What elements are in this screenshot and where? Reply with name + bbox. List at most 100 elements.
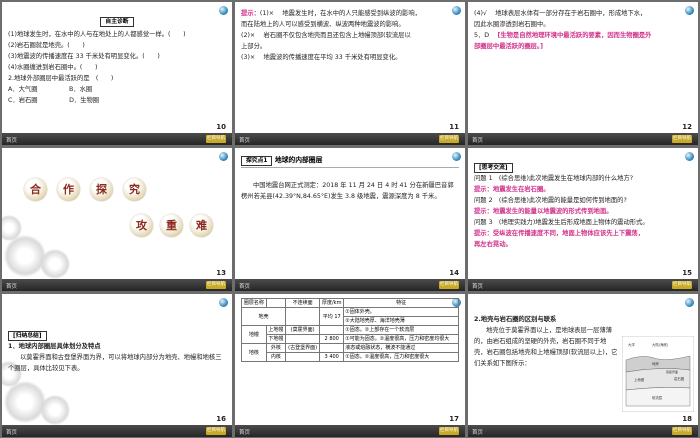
slide-thumbnail[interactable]: 合 作 探 究 攻 重 难 13 首页 栏目导航 [2, 148, 232, 291]
section-title: 2.地壳与岩石圈的区别与联系 [474, 316, 557, 323]
question-line: (4)水圈缠进到岩石圈中。( ) [8, 64, 98, 71]
summary-paragraph: 以莫霍界面和古登堡界面为界，可以将地球内部分为地壳、地幔和地核三个圈层，具体比较… [8, 354, 222, 372]
question-text: 问题 2 (综合思维)此次地震的能量是如何传到地面的? [474, 197, 627, 204]
home-link[interactable]: 首页 [472, 136, 483, 144]
section-tag: 自主诊断 [100, 17, 134, 27]
table-cell: 3 400 [319, 352, 345, 362]
slide-footer: 首页 栏目导航 [468, 279, 698, 291]
nav-back-button[interactable]: 栏目导航 [672, 427, 692, 435]
page-number: 12 [682, 123, 692, 131]
home-link[interactable]: 首页 [6, 282, 17, 290]
option-line: A．大气圈 B．水圈 [8, 86, 93, 93]
section-paragraph: 地壳位于莫霍界面以上，是地球表层一层薄薄的，由岩石组成的坚硬的外壳，岩石圈不同于… [474, 327, 618, 367]
slide-footer: 首页 栏目导航 [2, 279, 232, 291]
nav-back-button[interactable]: 栏目导航 [439, 427, 459, 435]
diagram-label: 岩石圈 [674, 376, 685, 381]
home-link[interactable]: 首页 [472, 282, 483, 290]
slide-thumbnail[interactable]: 2.地壳与岩石圈的区别与联系 地壳位于莫霍界面以上，是地球表层一层薄薄的，由岩石… [468, 294, 698, 437]
home-link[interactable]: 首页 [6, 136, 17, 144]
table-row: 下地幔 2 800 ①可能为固态。②温度很高，压力和密度均很大 [242, 334, 459, 344]
page-number: 15 [682, 269, 692, 277]
nav-back-button[interactable]: 栏目导航 [206, 427, 226, 435]
slide-content: (4)√ 地球表层水体有一部分存在于岩石圈中，形成地下水， 因此水圈渗透到岩石圈… [474, 8, 692, 127]
table-row: 地壳 平均 17 ①固体外壳。 [241, 307, 459, 326]
slide-footer: 首页 栏目导航 [468, 133, 698, 145]
home-link[interactable]: 首页 [472, 428, 483, 436]
section-tag: 探究点1 [241, 156, 273, 166]
nav-back-button[interactable]: 栏目导航 [439, 135, 459, 143]
slide-thumbnail[interactable]: 圈层名称 不连续面 厚度/km 特征 地壳 平均 17 ①固体外壳。 ②大陆地壳… [235, 294, 465, 437]
table-cell [284, 334, 321, 344]
answer-text: (1)× 地震发生时，在水中的人只能感受到纵波的影响， [259, 10, 421, 17]
slide-thumbnail[interactable]: 探究点1 地球的内部圈层 中国地震台网正式测定：2018 年 11 月 24 日… [235, 148, 465, 291]
table-header: 圈层名称 [241, 298, 267, 308]
slide-content: 提示：(1)× 地震发生时，在水中的人只能感受到纵波的影响， 而在陆地上的人可以… [241, 8, 459, 127]
table-cell: 上地幔 [265, 325, 286, 335]
table-cell: 下地幔 [265, 334, 286, 344]
flower-decoration-icon [2, 193, 86, 285]
slide-thumbnail[interactable]: [归纳总结] 1．地球内部圈层具体划分及特点 以莫霍界面和古登堡界面为界，可以将… [2, 294, 232, 437]
subtitle-char: 攻 [130, 214, 153, 237]
table-cell: 液态或熔融状态，横波不能通过 [343, 343, 459, 353]
answer-text: 因此水圈渗透到岩石圈中。 [474, 21, 550, 28]
slide-thumbnail[interactable]: (4)√ 地球表层水体有一部分存在于岩石圈中，形成地下水， 因此水圈渗透到岩石圈… [468, 2, 698, 145]
answer-text: 5．D [474, 32, 498, 39]
table-cell: ②大陆地壳厚、海洋地壳薄 [343, 316, 459, 326]
answer-text: 而在陆地上的人可以感受到横波、纵波两种地震波的影响。 [241, 21, 405, 28]
nav-back-button[interactable]: 栏目导航 [206, 135, 226, 143]
decorative-orb-icon [219, 152, 228, 161]
hint-text: 地震发生在岩石圈。 [492, 186, 550, 193]
table-cell [284, 352, 321, 362]
crust-lithosphere-diagram: 大洋 大陆(海底) 地壳 岩石圈 上地幔 软流层 莫霍界面 [622, 336, 694, 412]
page-number: 16 [216, 415, 226, 423]
nav-back-button[interactable]: 栏目导航 [206, 281, 226, 289]
answer-text: 上部分。 [241, 43, 267, 50]
table-cell: 2 800 [319, 334, 345, 344]
hint-text: 再左右晃动。 [474, 241, 512, 248]
nav-back-button[interactable]: 栏目导航 [672, 281, 692, 289]
table-cell: 地幔 [241, 325, 267, 344]
option-line: C．岩石圈 D．生物圈 [8, 97, 100, 104]
home-link[interactable]: 首页 [239, 136, 250, 144]
slide-footer: 首页 栏目导航 [235, 279, 465, 291]
table-cell [284, 307, 321, 326]
slide-content: [思考交流] 问题 1 (综合思维)此次地震发生在地球内部的什么地方? 提示：地… [474, 154, 692, 273]
slide-footer: 首页 栏目导航 [235, 133, 465, 145]
nav-back-button[interactable]: 栏目导航 [672, 135, 692, 143]
nav-back-button[interactable]: 栏目导航 [439, 281, 459, 289]
home-link[interactable]: 首页 [6, 428, 17, 436]
table-row: 地幔 上地幔 (莫霍界面) ①固态。②上部存在一个软流层 [241, 325, 459, 344]
subtitle-char: 重 [160, 214, 183, 237]
table-cell: (古登堡界面) [284, 343, 321, 353]
diagram-label: 上地幔 [634, 377, 645, 382]
table-cell [319, 325, 345, 335]
answer-text: (4)√ 地球表层水体有一部分存在于岩石圈中，形成地下水， [474, 10, 647, 17]
table-cell: ①固态。②温度很高，压力和密度很大 [343, 352, 459, 362]
table-cell: ①固态。②上部存在一个软流层 [343, 325, 459, 335]
section-tag: [思考交流] [474, 163, 513, 173]
title-char: 合 [24, 178, 47, 201]
page-number: 11 [449, 123, 459, 131]
table-cell: 内核 [265, 352, 286, 362]
home-link[interactable]: 首页 [239, 428, 250, 436]
answer-text: (3)× 地震波的传播速度在平均 33 千米处有明显变化。 [241, 54, 402, 61]
subtitle-char: 难 [190, 214, 213, 237]
slide-thumbnail[interactable]: 自主诊断 (1)地球发生时，在水中的人与在地处上的人都感觉一样。( ) (2)岩… [2, 2, 232, 145]
case-paragraph: 中国地震台网正式测定：2018 年 11 月 24 日 4 时 41 分在新疆巴… [241, 182, 454, 200]
diagram-label: 地壳 [652, 361, 659, 366]
slide-content: 2.地壳与岩石圈的区别与联系 地壳位于莫霍界面以上，是地球表层一层薄薄的，由岩石… [474, 300, 618, 419]
hint-label: 提示： [474, 208, 493, 215]
home-link[interactable]: 首页 [239, 282, 250, 290]
table-cell: ①可能为固态。②温度很高，压力和密度均很大 [343, 334, 459, 344]
summary-title: 1．地球内部圈层具体划分及特点 [8, 343, 101, 350]
slide-thumbnail[interactable]: [思考交流] 问题 1 (综合思维)此次地震发生在地球内部的什么地方? 提示：地… [468, 148, 698, 291]
table-header [265, 298, 286, 308]
table-cell [319, 343, 345, 353]
slide-content: 探究点1 地球的内部圈层 中国地震台网正式测定：2018 年 11 月 24 日… [241, 154, 459, 273]
section-heading: 探究点1 地球的内部圈层 [241, 154, 459, 168]
table-row: 内核 3 400 ①固态。②温度很高，压力和密度很大 [242, 352, 459, 362]
slide-footer: 首页 栏目导航 [468, 425, 698, 437]
slide-thumbnail[interactable]: 提示：(1)× 地震发生时，在水中的人只能感受到纵波的影响， 而在陆地上的人可以… [235, 2, 465, 145]
title-char: 究 [123, 178, 146, 201]
table-cell: 地壳 [241, 307, 286, 326]
